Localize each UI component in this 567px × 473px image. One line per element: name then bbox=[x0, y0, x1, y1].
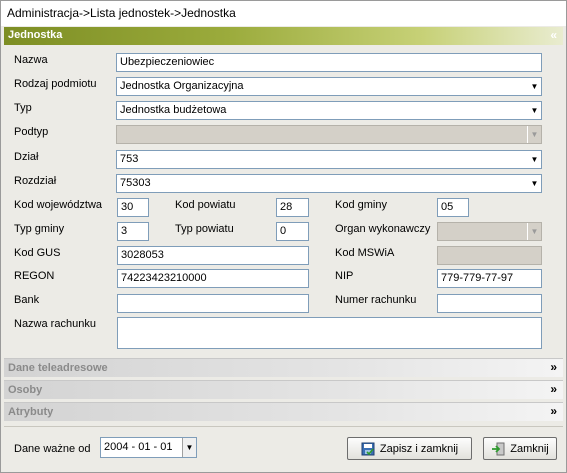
nip-input[interactable]: 779-779-77-97 bbox=[437, 269, 542, 288]
typ-select[interactable]: Jednostka budżetowa ▼ bbox=[116, 101, 542, 120]
valid-date-picker[interactable]: 2004 - 01 - 01 ▼ bbox=[100, 437, 197, 458]
rozdzial-select[interactable]: 75303 ▼ bbox=[116, 174, 542, 193]
label-kod-gus: Kod GUS bbox=[14, 247, 61, 259]
label-nazwa-rachunku: Nazwa rachunku bbox=[14, 318, 96, 330]
label-typ-powiatu: Typ powiatu bbox=[175, 223, 234, 235]
section-title: Atrybuty bbox=[8, 406, 54, 418]
label-dzial: Dział bbox=[14, 151, 39, 163]
kod-gus-input[interactable]: 3028053 bbox=[117, 246, 309, 265]
nazwa-input[interactable]: Ubezpieczeniowiec bbox=[116, 53, 542, 72]
label-dane-wazne-od: Dane ważne od bbox=[14, 443, 91, 455]
typ-powiatu-input[interactable]: 0 bbox=[276, 222, 309, 241]
kod-powiatu-input[interactable]: 28 bbox=[276, 198, 309, 217]
kod-gminy-input[interactable]: 05 bbox=[437, 198, 469, 217]
dzial-value: 753 bbox=[120, 153, 139, 165]
kod-wojewodztwa-input[interactable]: 30 bbox=[117, 198, 149, 217]
close-label: Zamknij bbox=[510, 442, 549, 455]
regon-input[interactable]: 74223423210000 bbox=[117, 269, 309, 288]
collapse-up-icon[interactable]: « bbox=[550, 28, 557, 42]
rozdzial-value: 75303 bbox=[120, 177, 151, 189]
rodzaj-podmiotu-value: Jednostka Organizacyjna bbox=[120, 80, 244, 92]
nazwa-rachunku-textarea[interactable] bbox=[117, 317, 542, 349]
save-and-close-label: Zapisz i zamknij bbox=[379, 442, 459, 455]
label-typ-gminy: Typ gminy bbox=[14, 223, 65, 235]
organ-wykonawczy-select: ▼ bbox=[437, 222, 542, 241]
label-rozdzial: Rozdział bbox=[14, 175, 57, 187]
label-podtyp: Podtyp bbox=[14, 126, 49, 138]
kod-mswia-input bbox=[437, 246, 542, 265]
save-disk-icon bbox=[361, 442, 375, 455]
label-kod-powiatu: Kod powiatu bbox=[175, 199, 236, 211]
label-bank: Bank bbox=[14, 294, 40, 306]
chevron-down-icon: ▼ bbox=[527, 223, 541, 240]
label-kod-mswia: Kod MSWiA bbox=[335, 247, 395, 259]
label-nazwa: Nazwa bbox=[14, 54, 48, 66]
numer-rachunku-input[interactable] bbox=[437, 294, 542, 313]
label-regon: REGON bbox=[14, 270, 55, 282]
window-frame: Administracja->Lista jednostek->Jednostk… bbox=[0, 0, 567, 473]
label-typ: Typ bbox=[14, 102, 32, 114]
section-header-dane-teleadresowe[interactable]: Dane teleadresowe » bbox=[4, 358, 563, 377]
typ-value: Jednostka budżetowa bbox=[120, 104, 227, 116]
label-organ-wykonawczy: Organ wykonawczy bbox=[335, 223, 431, 235]
chevron-down-icon[interactable]: ▼ bbox=[527, 175, 541, 192]
section-title: Jednostka bbox=[8, 29, 63, 41]
chevron-down-icon: ▼ bbox=[527, 126, 541, 143]
dzial-select[interactable]: 753 ▼ bbox=[116, 150, 542, 169]
bank-input[interactable] bbox=[117, 294, 309, 313]
exit-door-icon bbox=[492, 442, 505, 455]
section-title: Dane teleadresowe bbox=[8, 362, 108, 374]
expand-down-icon[interactable]: » bbox=[550, 404, 557, 418]
label-kod-wojewodztwa: Kod województwa bbox=[14, 199, 103, 211]
section-header-jednostka[interactable]: Jednostka « bbox=[4, 27, 563, 45]
close-button[interactable]: Zamknij bbox=[483, 437, 557, 460]
section-title: Osoby bbox=[8, 384, 43, 396]
chevron-down-icon[interactable]: ▼ bbox=[527, 102, 541, 119]
section-header-atrybuty[interactable]: Atrybuty » bbox=[4, 402, 563, 421]
label-nip: NIP bbox=[335, 270, 354, 282]
expand-down-icon[interactable]: » bbox=[550, 360, 557, 374]
chevron-down-icon[interactable]: ▼ bbox=[182, 438, 196, 457]
chevron-down-icon[interactable]: ▼ bbox=[527, 151, 541, 168]
label-numer-rachunku: Numer rachunku bbox=[335, 294, 417, 306]
footer-bar: Dane ważne od 2004 - 01 - 01 ▼ Zapisz i … bbox=[4, 426, 563, 471]
breadcrumb-text: Administracja->Lista jednostek->Jednostk… bbox=[7, 6, 236, 20]
label-rodzaj-podmiotu: Rodzaj podmiotu bbox=[14, 78, 97, 90]
typ-gminy-input[interactable]: 3 bbox=[117, 222, 149, 241]
chevron-down-icon[interactable]: ▼ bbox=[527, 78, 541, 95]
expand-down-icon[interactable]: » bbox=[550, 382, 557, 396]
label-kod-gminy: Kod gminy bbox=[335, 199, 387, 211]
form-panel: Nazwa Ubezpieczeniowiec Rodzaj podmiotu … bbox=[4, 45, 563, 353]
valid-date-value: 2004 - 01 - 01 bbox=[104, 441, 173, 453]
podtyp-select: ▼ bbox=[116, 125, 542, 144]
section-header-osoby[interactable]: Osoby » bbox=[4, 380, 563, 399]
rodzaj-podmiotu-select[interactable]: Jednostka Organizacyjna ▼ bbox=[116, 77, 542, 96]
breadcrumb: Administracja->Lista jednostek->Jednostk… bbox=[1, 1, 566, 26]
save-and-close-button[interactable]: Zapisz i zamknij bbox=[347, 437, 472, 460]
